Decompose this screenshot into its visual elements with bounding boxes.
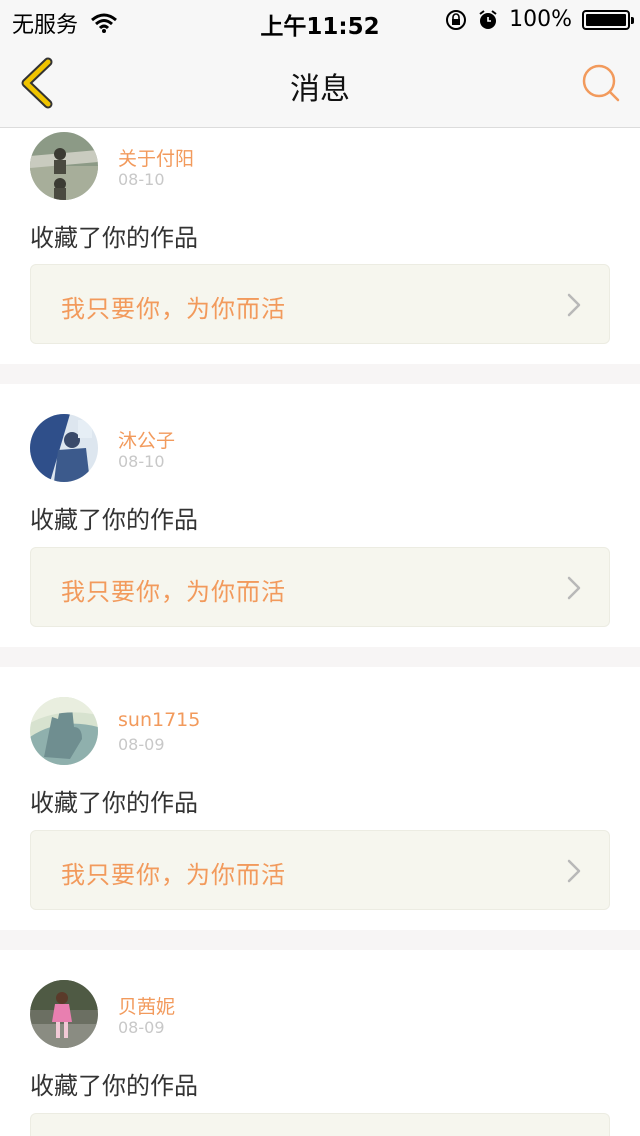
avatar[interactable] [30, 414, 98, 482]
message-card: 沐公子 08-10 收藏了你的作品 我只要你，为你而活 [0, 384, 640, 647]
chevron-right-icon [567, 859, 581, 883]
avatar[interactable] [30, 697, 98, 765]
avatar[interactable] [30, 980, 98, 1048]
battery-icon [582, 9, 634, 30]
action-text: 收藏了你的作品 [30, 224, 198, 252]
divider [0, 647, 640, 667]
divider [0, 930, 640, 950]
username[interactable]: 关于付阳 [118, 144, 194, 171]
message-date: 08-10 [118, 170, 165, 189]
work-title: 我只要你，为你而活 [61, 578, 286, 606]
message-date: 08-09 [118, 1018, 165, 1037]
work-title: 我只要你，为你而活 [61, 295, 286, 323]
action-text: 收藏了你的作品 [30, 1072, 198, 1100]
message-date: 08-09 [118, 735, 165, 754]
rotation-lock-icon [446, 9, 467, 30]
work-title: 我只要你，为你而活 [61, 861, 286, 889]
battery-percent: 100% [509, 7, 572, 32]
work-link[interactable]: 我只要你，为你而活 [30, 547, 610, 627]
status-bar: 无服务 上午11:52 100% [0, 0, 640, 40]
chevron-right-icon [567, 293, 581, 317]
message-date: 08-10 [118, 452, 165, 471]
work-link[interactable] [30, 1113, 610, 1136]
page-title: 消息 [290, 72, 350, 107]
username[interactable]: sun1715 [118, 709, 200, 731]
work-link[interactable]: 我只要你，为你而活 [30, 264, 610, 344]
message-card: 关于付阳 08-10 收藏了你的作品 我只要你，为你而活 [0, 128, 640, 364]
action-text: 收藏了你的作品 [30, 506, 198, 534]
status-right: 100% [445, 7, 634, 32]
work-link[interactable]: 我只要你，为你而活 [30, 830, 610, 910]
navigation-bar: 消息 [0, 40, 640, 128]
search-icon[interactable] [580, 62, 622, 104]
chevron-right-icon [567, 576, 581, 600]
avatar[interactable] [30, 132, 98, 200]
divider [0, 364, 640, 384]
username[interactable]: 沐公子 [118, 426, 175, 453]
username[interactable]: 贝茜妮 [118, 992, 175, 1019]
alarm-icon [479, 9, 497, 29]
message-card: 贝茜妮 08-09 收藏了你的作品 [0, 950, 640, 1136]
message-card: sun1715 08-09 收藏了你的作品 我只要你，为你而活 [0, 667, 640, 930]
action-text: 收藏了你的作品 [30, 789, 198, 817]
